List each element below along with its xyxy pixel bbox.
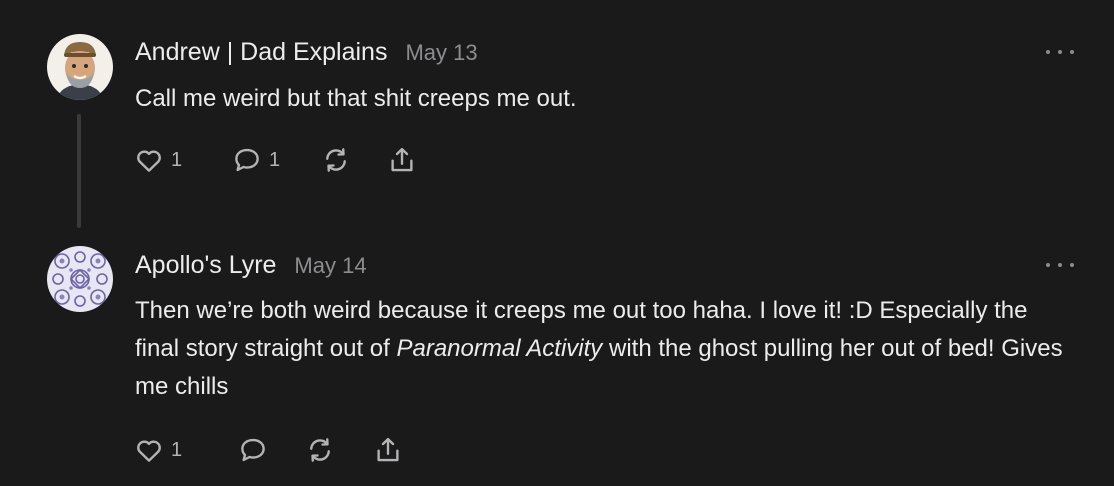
author-name[interactable]: Apollo's Lyre [135, 251, 276, 280]
share-icon [391, 147, 413, 172]
reply-count: 1 [269, 148, 281, 171]
author-name[interactable]: Andrew | Dad Explains [135, 38, 387, 67]
restack-arrows-icon [326, 148, 346, 172]
comment-text: Then we’re both weird because it creeps … [135, 292, 1075, 406]
like-count: 1 [171, 438, 183, 461]
comment-header: Andrew | Dad Explains May 13 [135, 38, 478, 67]
avatar[interactable] [47, 246, 113, 312]
movie-title: Paranormal Activity [396, 335, 603, 362]
more-dots-icon[interactable] [1046, 46, 1074, 58]
speech-bubble-icon [241, 438, 265, 462]
heart-icon [137, 150, 161, 172]
share-button[interactable] [386, 144, 418, 176]
comment-header: Apollo's Lyre May 14 [135, 251, 367, 280]
restack-arrows-icon [310, 438, 330, 462]
comment-text: Call me weird but that shit creeps me ou… [135, 85, 577, 112]
restack-button[interactable] [320, 144, 352, 176]
cartoon-man-portrait-icon [47, 34, 113, 100]
restack-button[interactable] [304, 434, 336, 466]
share-icon [377, 437, 399, 462]
heart-icon [137, 440, 161, 462]
avatar[interactable] [47, 34, 113, 100]
reply-button[interactable] [238, 434, 268, 466]
more-dots-icon[interactable] [1046, 259, 1074, 271]
speech-bubble-icon [235, 148, 259, 172]
thread-line [77, 114, 81, 228]
like-button[interactable]: 1 [134, 434, 182, 466]
purple-pattern-tile-icon [47, 246, 113, 312]
reply-button[interactable]: 1 [232, 144, 280, 176]
comment-date[interactable]: May 13 [405, 40, 477, 66]
like-count: 1 [171, 148, 183, 171]
like-button[interactable]: 1 [134, 144, 182, 176]
share-button[interactable] [372, 434, 404, 466]
comment-date[interactable]: May 14 [294, 253, 366, 279]
